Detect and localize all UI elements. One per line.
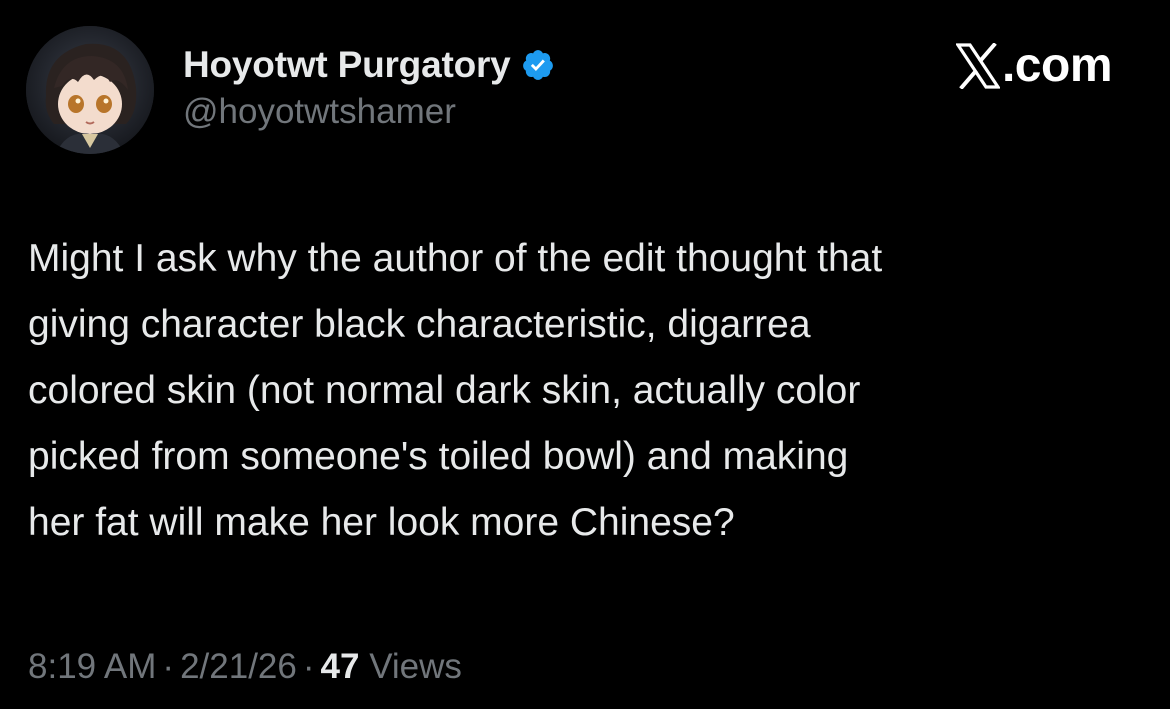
tweet-time[interactable]: 8:19 AM (28, 647, 156, 686)
meta-separator: · (162, 647, 175, 686)
tweet-text-line: her fat will make her look more Chinese? (28, 501, 735, 544)
meta-separator: · (302, 647, 315, 686)
tweet-text-line: giving character black characteristic, d… (28, 303, 811, 346)
tweet-date[interactable]: 2/21/26 (180, 647, 297, 686)
tweet-text-line: colored skin (not normal dark skin, actu… (28, 369, 861, 412)
tweet-text-line: picked from someone's toiled bowl) and m… (28, 435, 849, 478)
tweet-meta: 8:19 AM · 2/21/26 · 47 Views (28, 647, 462, 687)
display-name[interactable]: Hoyotwt Purgatory (183, 44, 511, 86)
avatar-image (26, 26, 154, 154)
views-label: Views (369, 647, 462, 686)
brand-domain: .com (1001, 39, 1113, 92)
tweet-text: Might I ask why the author of the edit t… (28, 226, 1148, 556)
author-handle[interactable]: @hoyotwtshamer (183, 92, 456, 132)
avatar[interactable] (26, 26, 154, 154)
author-name-row[interactable]: Hoyotwt Purgatory (183, 40, 555, 90)
brand-watermark: .com (954, 38, 1113, 93)
x-logo-icon (954, 41, 1001, 90)
tweet-text-line: Might I ask why the author of the edit t… (28, 237, 883, 280)
views-count[interactable]: 47 (321, 647, 360, 686)
verified-badge-icon (521, 48, 555, 82)
